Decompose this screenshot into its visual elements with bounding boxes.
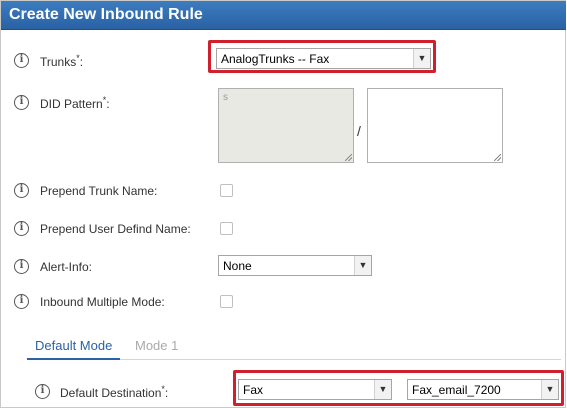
chevron-down-icon[interactable]: ▼ xyxy=(354,256,371,275)
did-pattern-label: DID Pattern*: xyxy=(40,95,110,111)
info-icon[interactable]: i xyxy=(14,95,29,110)
info-icon[interactable]: i xyxy=(14,183,29,198)
inbound-multiple-mode-checkbox[interactable] xyxy=(220,295,233,308)
info-icon[interactable]: i xyxy=(14,259,29,274)
prepend-trunk-name-checkbox[interactable] xyxy=(220,184,233,197)
destination-target-value: Fax_email_7200 xyxy=(412,383,501,397)
tab-default-mode[interactable]: Default Mode xyxy=(27,332,121,360)
tab-mode-1[interactable]: Mode 1 xyxy=(127,332,186,360)
default-destination-label: Default Destination*: xyxy=(60,384,169,400)
alert-info-select-value: None xyxy=(223,259,252,273)
dialog-title-bar: Create New Inbound Rule xyxy=(1,1,566,30)
did-pattern-second-textarea[interactable] xyxy=(367,88,503,163)
destination-type-value: Fax xyxy=(243,383,264,397)
inbound-rule-dialog: Create New Inbound Rule i Trunks*: Analo… xyxy=(0,0,566,408)
did-pattern-placeholder: s xyxy=(223,92,228,103)
chevron-down-icon[interactable]: ▼ xyxy=(413,49,430,68)
info-icon[interactable]: i xyxy=(14,53,29,68)
info-icon[interactable]: i xyxy=(14,294,29,309)
resize-grip-icon[interactable] xyxy=(345,154,352,161)
dialog-title: Create New Inbound Rule xyxy=(9,6,203,23)
trunks-label: Trunks*: xyxy=(40,53,84,69)
destination-target-select[interactable]: Fax_email_7200 ▼ xyxy=(407,379,559,400)
did-pattern-textarea[interactable]: s xyxy=(218,88,354,163)
prepend-user-name-checkbox[interactable] xyxy=(220,222,233,235)
info-icon[interactable]: i xyxy=(35,384,50,399)
chevron-down-icon[interactable]: ▼ xyxy=(374,380,391,399)
prepend-user-name-label: Prepend User Defind Name: xyxy=(40,222,191,236)
alert-info-label: Alert-Info: xyxy=(40,260,93,274)
trunks-select-value: AnalogTrunks -- Fax xyxy=(221,52,330,66)
prepend-trunk-name-label: Prepend Trunk Name: xyxy=(40,184,158,198)
info-icon[interactable]: i xyxy=(14,221,29,236)
inbound-multiple-mode-label: Inbound Multiple Mode: xyxy=(40,295,165,309)
alert-info-select[interactable]: None ▼ xyxy=(218,255,372,276)
trunks-select[interactable]: AnalogTrunks -- Fax ▼ xyxy=(216,48,431,69)
resize-grip-icon[interactable] xyxy=(494,154,501,161)
mode-tabs: Default Mode Mode 1 xyxy=(27,332,561,360)
chevron-down-icon[interactable]: ▼ xyxy=(541,380,558,399)
destination-type-select[interactable]: Fax ▼ xyxy=(238,379,392,400)
did-pattern-separator: / xyxy=(357,123,361,139)
